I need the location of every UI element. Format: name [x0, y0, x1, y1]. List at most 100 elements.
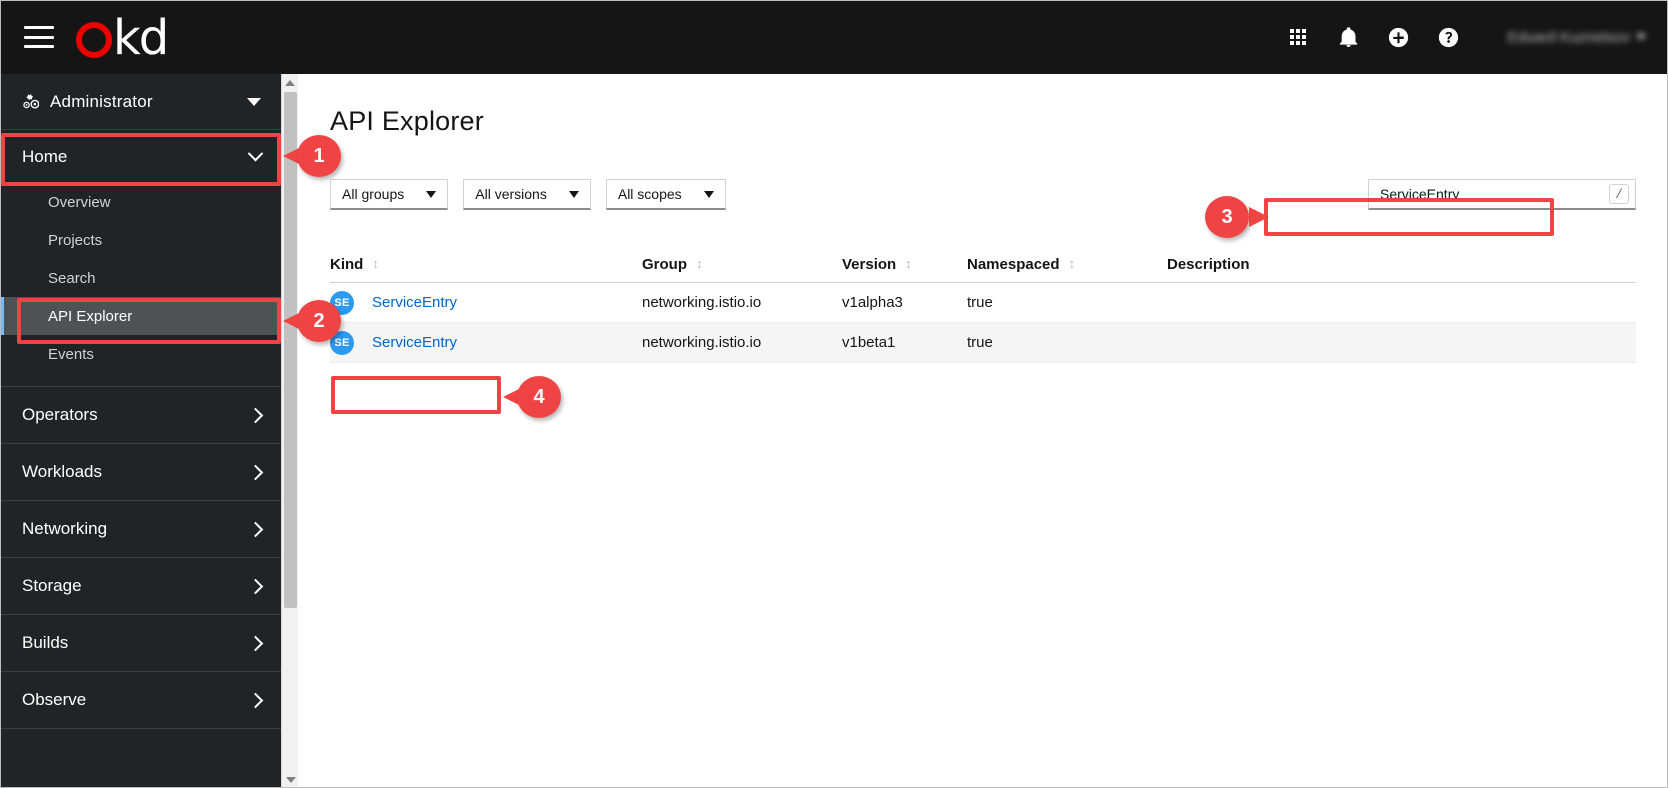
versions-filter[interactable]: All versions — [463, 179, 591, 210]
cell-namespaced: true — [967, 294, 993, 311]
toolbar: All groups All versions All scopes / — [330, 179, 1668, 210]
sidebar-group-label: Storage — [22, 576, 82, 595]
sidebar-scrollbar[interactable] — [281, 74, 298, 788]
annotation-pin-3: 3 — [1205, 196, 1269, 238]
sidebar-group-builds[interactable]: Builds — [0, 615, 281, 672]
cell-version: v1alpha3 — [842, 294, 903, 311]
sidebar-group-label: Observe — [22, 690, 87, 709]
groups-filter[interactable]: All groups — [330, 179, 449, 210]
sidebar-home-items: Overview Projects Search API Explorer Events — [0, 183, 281, 373]
sidebar-item-label: Search — [48, 269, 96, 287]
filter-group: All groups All versions All scopes — [330, 179, 741, 210]
sidebar-group-networking[interactable]: Networking — [0, 501, 281, 558]
help-question-circle-icon[interactable] — [1423, 12, 1473, 62]
add-plus-circle-icon[interactable] — [1373, 12, 1423, 62]
kind-link[interactable]: ServiceEntry — [372, 294, 457, 311]
chevron-down-icon — [247, 145, 264, 162]
sidebar-section-home[interactable]: Home — [0, 130, 281, 183]
keyboard-shortcut-badge: / — [1609, 184, 1629, 204]
annotation-number-1: 1 — [297, 135, 341, 177]
okd-logo[interactable]: kd — [76, 10, 169, 66]
search-input[interactable] — [1368, 179, 1636, 210]
okd-console-screenshot: kd Eduard Kuznetsov Administrator Home O… — [0, 0, 1668, 788]
caret-down-icon — [1636, 34, 1646, 40]
chevron-right-icon — [247, 692, 264, 708]
annotation-number-2: 2 — [297, 300, 341, 342]
masthead-actions: Eduard Kuznetsov — [1273, 12, 1646, 62]
column-header-label: Description — [1167, 256, 1250, 273]
sidebar-navigation: Administrator Home Overview Projects Searc… — [0, 74, 281, 788]
column-header-version[interactable]: Version ↕ — [842, 256, 967, 273]
perspective-switcher[interactable]: Administrator — [0, 74, 281, 130]
page-title: API Explorer — [330, 106, 484, 136]
cell-kind: SE ServiceEntry — [330, 290, 642, 315]
annotation-pin-1: 1 — [283, 135, 341, 177]
filter-label: All versions — [475, 186, 547, 202]
api-resources-table: Kind ↕ Group ↕ Version ↕ Namespaced ↕ Descriptio… — [330, 256, 1668, 363]
sidebar-item-label: Overview — [48, 193, 111, 211]
scroll-up-arrow-icon[interactable] — [282, 74, 298, 91]
sidebar-item-search[interactable]: Search — [0, 259, 281, 297]
user-name: Eduard Kuznetsov — [1507, 28, 1630, 46]
table-row[interactable]: SE ServiceEntry networking.istio.io v1beta1… — [330, 323, 1636, 363]
hamburger-bar — [24, 26, 54, 29]
column-header-kind[interactable]: Kind ↕ — [330, 256, 642, 273]
filter-label: All scopes — [617, 186, 682, 202]
chevron-right-icon — [247, 635, 264, 651]
sidebar-group-observe[interactable]: Observe — [0, 672, 281, 729]
annotation-number-3: 3 — [1205, 196, 1249, 238]
cogs-icon — [22, 94, 39, 109]
hamburger-bar — [24, 45, 54, 48]
table-body: SE ServiceEntry networking.istio.io v1alpha… — [330, 283, 1636, 363]
annotation-number-4: 4 — [517, 376, 561, 418]
column-header-description[interactable]: Description — [1167, 256, 1636, 273]
sidebar-groups: Operators Workloads Networking Storage Build… — [0, 387, 281, 729]
sidebar-group-label: Workloads — [22, 462, 102, 481]
sidebar-item-label: API Explorer — [48, 307, 133, 325]
chevron-right-icon — [247, 521, 264, 537]
column-header-label: Kind — [330, 256, 364, 273]
scopes-filter[interactable]: All scopes — [605, 179, 726, 210]
sidebar-item-api-explorer[interactable]: API Explorer — [0, 297, 281, 335]
table-row[interactable]: SE ServiceEntry networking.istio.io v1alpha… — [330, 283, 1636, 323]
sidebar-group-label: Networking — [22, 519, 108, 538]
sidebar-item-overview[interactable]: Overview — [0, 183, 281, 221]
perspective-label: Administrator — [50, 91, 153, 111]
notifications-bell-icon[interactable] — [1323, 12, 1373, 62]
sidebar-item-projects[interactable]: Projects — [0, 221, 281, 259]
column-header-group[interactable]: Group ↕ — [642, 256, 842, 273]
okd-logo-o-icon — [76, 22, 112, 58]
sidebar-section-home-label: Home — [22, 146, 68, 166]
sidebar-group-workloads[interactable]: Workloads — [0, 444, 281, 501]
cell-kind: SE ServiceEntry — [330, 330, 642, 355]
sort-arrows-icon[interactable]: ↕ — [696, 257, 708, 270]
cell-namespaced: true — [967, 334, 993, 351]
caret-down-icon — [703, 190, 714, 198]
filter-label: All groups — [342, 186, 405, 202]
hamburger-menu-icon[interactable] — [24, 26, 54, 48]
annotation-pin-2: 2 — [283, 300, 341, 342]
application-launcher-icon[interactable] — [1273, 12, 1323, 62]
table-header-row: Kind ↕ Group ↕ Version ↕ Namespaced ↕ Descriptio… — [330, 256, 1636, 283]
scroll-down-arrow-icon[interactable] — [282, 771, 299, 788]
hamburger-bar — [24, 35, 54, 39]
masthead: kd Eduard Kuznetsov — [0, 0, 1668, 74]
sidebar-item-events[interactable]: Events — [0, 335, 281, 373]
caret-down-icon — [568, 190, 579, 198]
sidebar-group-operators[interactable]: Operators — [0, 387, 281, 444]
sort-arrows-icon[interactable]: ↕ — [1069, 257, 1081, 270]
kind-link[interactable]: ServiceEntry — [372, 334, 457, 351]
column-header-namespaced[interactable]: Namespaced ↕ — [967, 256, 1167, 273]
user-menu[interactable]: Eduard Kuznetsov — [1507, 29, 1646, 46]
sidebar-item-label: Events — [48, 345, 94, 363]
caret-down-icon — [247, 97, 261, 106]
sort-arrows-icon[interactable]: ↕ — [905, 257, 917, 270]
cell-group: networking.istio.io — [642, 294, 762, 311]
main-content: API Explorer All groups All versions All s… — [298, 74, 1668, 788]
sidebar-item-label: Projects — [48, 231, 103, 249]
sort-arrows-icon[interactable]: ↕ — [372, 257, 384, 270]
chevron-right-icon — [247, 407, 264, 423]
sidebar-group-storage[interactable]: Storage — [0, 558, 281, 615]
cell-version: v1beta1 — [842, 334, 896, 351]
okd-logo-text: kd — [113, 10, 169, 66]
